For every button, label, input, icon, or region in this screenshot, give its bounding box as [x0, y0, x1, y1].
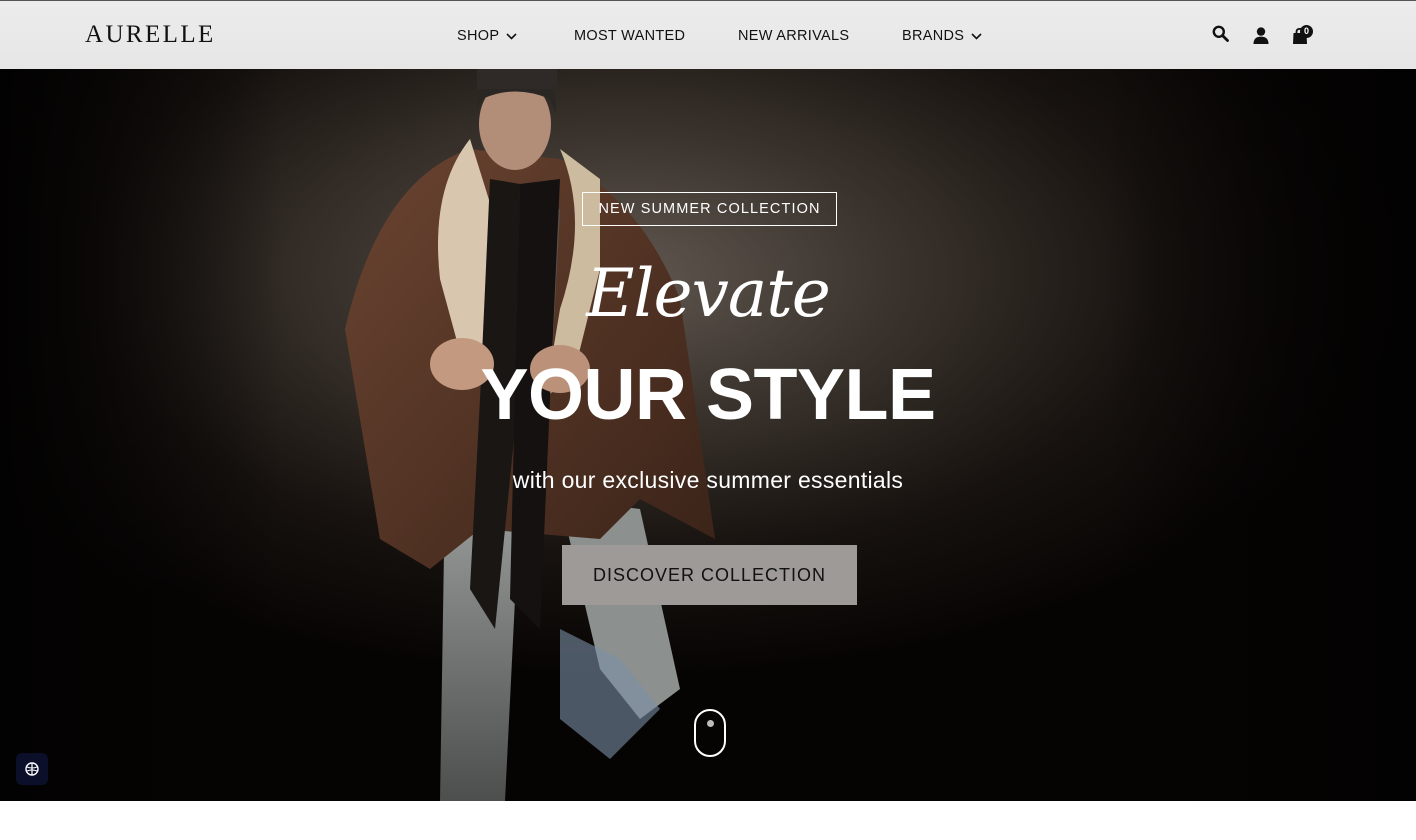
chevron-down-icon [506, 32, 517, 40]
chevron-down-icon [971, 32, 982, 40]
collection-tag: NEW SUMMER COLLECTION [582, 192, 837, 226]
site-header: AURELLE SHOP MOST WANTED NEW ARRIVALS BR… [0, 0, 1416, 69]
nav-item-label: SHOP [457, 28, 500, 44]
brand-logo[interactable]: AURELLE [85, 21, 216, 49]
nav-item-new-arrivals[interactable]: NEW ARRIVALS [738, 28, 849, 44]
scroll-wheel-dot [707, 720, 714, 727]
hero-banner: NEW SUMMER COLLECTION Elevate YOUR STYLE… [0, 69, 1416, 801]
nav-item-label: BRANDS [902, 28, 965, 44]
accessibility-icon [25, 762, 39, 776]
user-icon[interactable] [1253, 27, 1269, 44]
nav-item-label: MOST WANTED [574, 28, 686, 44]
discover-collection-button[interactable]: DISCOVER COLLECTION [562, 545, 857, 605]
nav-item-brands[interactable]: BRANDS [902, 28, 982, 44]
mouse-scroll-icon[interactable] [694, 709, 726, 757]
hero-title: YOUR STYLE [480, 355, 936, 435]
search-icon[interactable] [1212, 25, 1229, 42]
nav-item-label: NEW ARRIVALS [738, 28, 850, 44]
cart-count-badge: 0 [1300, 25, 1313, 38]
nav-item-shop[interactable]: SHOP [457, 28, 517, 44]
nav-item-most-wanted[interactable]: MOST WANTED [574, 28, 685, 44]
hero-script-title: Elevate [586, 255, 831, 332]
hero-subtitle: with our exclusive summer essentials [512, 467, 904, 493]
accessibility-widget-button[interactable] [16, 753, 48, 785]
